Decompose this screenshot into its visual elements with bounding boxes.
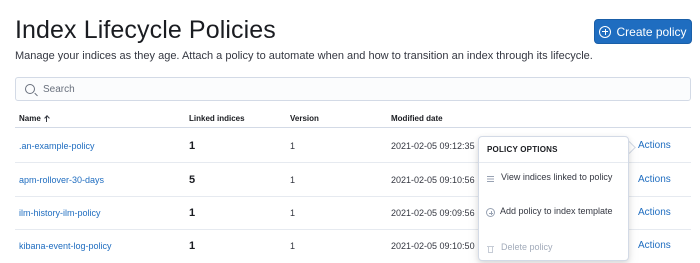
menu-item-add-to-template[interactable]: Add policy to index template	[479, 206, 628, 217]
plus-in-circle-icon	[599, 25, 612, 38]
modified-date: 2021-02-05 09:10:56	[391, 175, 475, 185]
modified-date: 2021-02-05 09:10:50	[391, 241, 475, 251]
create-policy-label: Create policy	[616, 24, 687, 39]
modified-date: 2021-02-05 09:09:56	[391, 208, 475, 218]
policy-version: 1	[290, 141, 296, 151]
actions-button[interactable]: Actions	[638, 240, 671, 251]
actions-button[interactable]: Actions	[638, 140, 671, 151]
search-bar[interactable]	[15, 77, 691, 101]
menu-item-view-indices[interactable]: View indices linked to policy	[479, 172, 628, 184]
policy-version: 1	[290, 208, 296, 218]
column-header-version: Version	[290, 114, 319, 123]
page-panel: Index Lifecycle Policies Create policy M…	[0, 0, 700, 263]
policy-options-popover: POLICY OPTIONS View indices linked to po…	[478, 136, 629, 261]
policy-name-link[interactable]: .an-example-policy	[19, 141, 95, 151]
linked-indices-count: 1	[189, 207, 196, 219]
modified-date: 2021-02-05 09:12:35	[391, 141, 475, 151]
trash-icon	[486, 244, 496, 254]
policy-name-link[interactable]: apm-rollover-30-days	[19, 175, 104, 185]
popover-divider	[479, 162, 628, 163]
search-input[interactable]	[43, 83, 643, 95]
search-icon	[25, 84, 35, 94]
sort-ascending-icon	[44, 115, 50, 123]
actions-button[interactable]: Actions	[638, 174, 671, 185]
menu-item-label: View indices linked to policy	[501, 172, 613, 182]
table-header-divider	[15, 127, 691, 128]
column-header-linked-indices: Linked indices	[189, 114, 245, 123]
linked-indices-count: 1	[189, 140, 196, 152]
create-policy-button[interactable]: Create policy	[594, 19, 692, 44]
column-header-modified-date: Modified date	[391, 114, 443, 123]
page-title: Index Lifecycle Policies	[15, 16, 276, 44]
policy-name-link[interactable]: ilm-history-ilm-policy	[19, 208, 101, 218]
plus-in-circle-icon	[486, 208, 495, 217]
policy-name-link[interactable]: kibana-event-log-policy	[19, 241, 112, 251]
column-header-name-label: Name	[19, 114, 41, 123]
popover-title: POLICY OPTIONS	[487, 145, 558, 154]
page-description: Manage your indices as they age. Attach …	[15, 50, 593, 62]
policy-version: 1	[290, 241, 296, 251]
actions-button[interactable]: Actions	[638, 207, 671, 218]
list-icon	[486, 174, 496, 184]
menu-item-delete-policy: Delete policy	[479, 242, 628, 254]
menu-item-label: Delete policy	[501, 242, 553, 252]
menu-item-label: Add policy to index template	[500, 206, 613, 216]
policy-version: 1	[290, 175, 296, 185]
linked-indices-count: 5	[189, 174, 196, 186]
column-header-name[interactable]: Name	[19, 114, 50, 123]
linked-indices-count: 1	[189, 240, 196, 252]
